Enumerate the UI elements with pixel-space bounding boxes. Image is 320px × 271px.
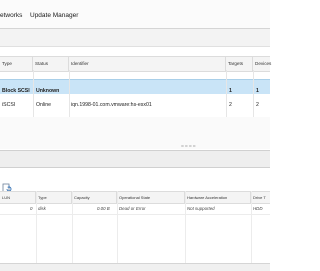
toolbar-band — [0, 29, 270, 47]
tab-update-manager[interactable]: Update Manager — [30, 12, 78, 19]
row-operational-state: Dead or Error — [119, 206, 146, 211]
tab-networks[interactable]: etworks — [0, 12, 22, 19]
table-row[interactable]: iSCSI Online iqn.1998-01.com.vmware:hs-e… — [0, 94, 270, 116]
col-status[interactable]: Status — [33, 57, 69, 71]
row-lun: 0 — [30, 206, 33, 211]
row-hardware-acceleration: Not supported — [187, 206, 215, 211]
col-devices[interactable]: Devices — [253, 57, 273, 71]
column-divider — [251, 191, 252, 263]
row-capacity: 0.00 B — [97, 206, 110, 211]
row-targets: 2 — [229, 102, 232, 108]
col-type[interactable]: Type — [36, 192, 72, 203]
col-targets[interactable]: Targets — [226, 57, 253, 71]
column-divider — [36, 191, 37, 263]
details-header-band — [0, 150, 270, 168]
col-lun[interactable]: LUN — [0, 192, 36, 203]
row-type: iSCSI — [2, 102, 16, 108]
top-tab-bar: etworks Update Manager — [0, 0, 270, 29]
column-divider — [72, 191, 73, 263]
pane-area — [0, 117, 270, 149]
row-status: Online — [36, 102, 51, 108]
col-drive-type[interactable]: Drive T — [251, 192, 273, 203]
col-type[interactable]: Type — [0, 57, 33, 71]
row-drive-type: HDD — [253, 206, 263, 211]
col-capacity[interactable]: Capacity — [72, 192, 117, 203]
column-divider — [185, 191, 186, 263]
adapter-list-header: Type Status Identifier Targets Devices — [0, 56, 273, 72]
col-hardware-acceleration[interactable]: Hardware Acceleration — [185, 192, 251, 203]
column-divider — [117, 191, 118, 263]
row-type: disk — [38, 206, 46, 211]
row-devices: 2 — [256, 102, 259, 108]
table-row[interactable]: 0 disk 0.00 B Dead or Error Not supporte… — [0, 203, 270, 215]
details-toolbar — [0, 180, 24, 193]
col-identifier[interactable]: Identifier — [69, 57, 226, 71]
col-operational-state[interactable]: Operational State — [117, 192, 185, 203]
row-identifier: iqn.1998-01.com.vmware:hs-esx01 — [71, 102, 152, 108]
